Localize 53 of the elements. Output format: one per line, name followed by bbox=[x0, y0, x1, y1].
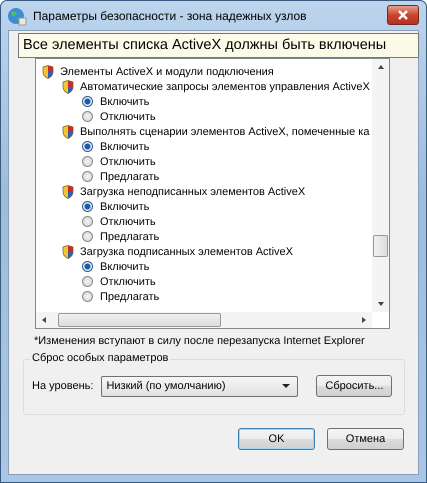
option-label[interactable]: Включить bbox=[100, 140, 150, 152]
radio-button[interactable] bbox=[82, 291, 93, 302]
right-arrow-icon[interactable] bbox=[360, 316, 368, 324]
tooltip: Все элементы списка ActiveX должны быть включены bbox=[18, 33, 419, 58]
window-title: Параметры безопасности - зона надежных узлов bbox=[33, 8, 308, 22]
close-button[interactable] bbox=[387, 5, 419, 25]
setting-label: Автоматические запросы элементов управления ActiveX bbox=[80, 80, 370, 92]
radio-button[interactable] bbox=[82, 231, 93, 242]
radio-button[interactable] bbox=[82, 201, 93, 212]
setting-label: Выполнять сценарии элементов ActiveX, помеченные ка bbox=[80, 126, 370, 138]
up-arrow-icon[interactable] bbox=[376, 63, 384, 71]
option-label[interactable]: Включить bbox=[100, 96, 150, 108]
shield-icon bbox=[62, 184, 74, 198]
close-icon bbox=[397, 9, 409, 21]
option-label[interactable]: Предлагать bbox=[100, 230, 160, 242]
globe-icon bbox=[7, 6, 27, 26]
scrollbar-thumb[interactable] bbox=[373, 235, 388, 257]
group-title: Сброс особых параметров bbox=[30, 352, 170, 364]
option-label[interactable]: Отключить bbox=[100, 276, 156, 288]
left-arrow-icon[interactable] bbox=[40, 316, 48, 324]
option-label[interactable]: Отключить bbox=[100, 216, 156, 228]
category-label: Элементы ActiveX и модули подключения bbox=[60, 66, 274, 78]
scrollbar-thumb[interactable] bbox=[58, 313, 221, 327]
option-label[interactable]: Предлагать bbox=[100, 170, 160, 182]
radio-button[interactable] bbox=[82, 111, 93, 122]
radio-button[interactable] bbox=[82, 171, 93, 182]
shield-icon bbox=[62, 244, 74, 258]
shield-icon bbox=[42, 64, 54, 78]
radio-button[interactable] bbox=[82, 276, 93, 287]
ok-button[interactable]: OK bbox=[238, 428, 315, 450]
radio-button[interactable] bbox=[82, 156, 93, 167]
cancel-button[interactable]: Отмена bbox=[327, 428, 404, 450]
radio-button[interactable] bbox=[82, 261, 93, 272]
option-label[interactable]: Включить bbox=[100, 260, 150, 272]
restart-note: *Изменения вступают в силу после перезапуска Internet Explorer bbox=[34, 334, 366, 349]
horizontal-scrollbar[interactable] bbox=[36, 312, 372, 328]
down-arrow-icon[interactable] bbox=[376, 300, 384, 308]
radio-button[interactable] bbox=[82, 216, 93, 227]
option-label[interactable]: Отключить bbox=[100, 156, 156, 168]
radio-button[interactable] bbox=[82, 96, 93, 107]
option-label[interactable]: Отключить bbox=[100, 110, 156, 122]
shield-icon bbox=[62, 80, 74, 94]
level-dropdown[interactable]: Низкий (по умолчанию) bbox=[101, 376, 298, 396]
vertical-scrollbar[interactable] bbox=[372, 59, 389, 312]
shield-icon bbox=[62, 124, 74, 138]
setting-label: Загрузка подписанных элементов ActiveX bbox=[80, 246, 294, 258]
caret-icon bbox=[282, 382, 290, 390]
option-label[interactable]: Предлагать bbox=[100, 290, 160, 302]
setting-label: Загрузка неподписанных элементов ActiveX bbox=[80, 186, 306, 198]
option-label[interactable]: Включить bbox=[100, 200, 150, 212]
level-label: На уровень: bbox=[32, 380, 94, 392]
radio-button[interactable] bbox=[82, 141, 93, 152]
reset-button[interactable]: Сбросить... bbox=[316, 375, 392, 397]
